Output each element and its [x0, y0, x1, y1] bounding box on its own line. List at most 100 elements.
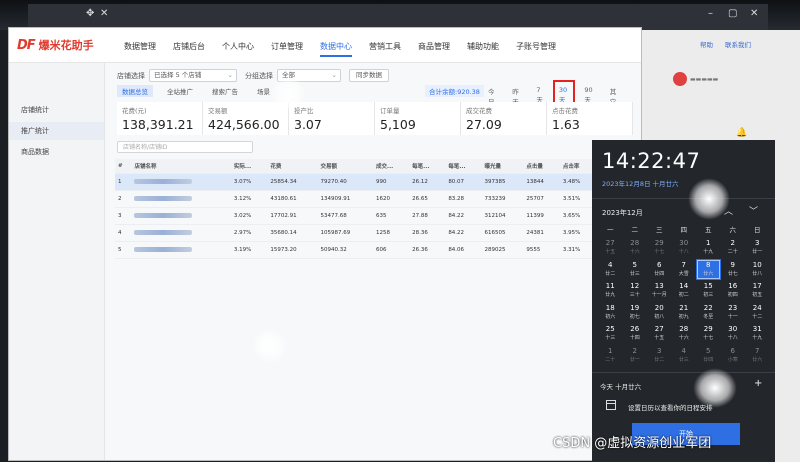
calendar-day[interactable]: 28 十六 — [623, 237, 648, 259]
nav-item[interactable]: 数据中心 — [320, 41, 352, 57]
calendar-day[interactable]: 25 十三 — [598, 323, 623, 345]
day-number: 28 — [630, 239, 640, 247]
table-row[interactable]: 2 3.12% 43180.61 134909.91 1620 26.65 83.28 733… — [115, 190, 633, 208]
help-link[interactable]: 帮助 — [700, 39, 713, 49]
calendar-day[interactable]: 19 初七 — [623, 302, 648, 324]
window-close-icon[interactable]: ✕ — [750, 8, 758, 19]
column-header[interactable]: 每笔... — [445, 159, 482, 174]
sidebar-item[interactable]: 推广统计 — [9, 122, 104, 140]
ad-type-tab[interactable]: 全站推广 — [162, 85, 198, 97]
calendar-day[interactable]: 12 三十 — [623, 280, 648, 302]
column-header[interactable]: 花费 — [267, 159, 318, 174]
calendar-day[interactable]: 29 十七 — [647, 237, 672, 259]
calendar-day[interactable]: 15 初三 — [696, 280, 721, 302]
chevron-down-icon[interactable]: ﹀ — [749, 204, 758, 217]
column-header[interactable]: 交易额 — [317, 159, 373, 174]
ad-type-tab[interactable]: 搜索广告 — [207, 85, 243, 97]
ad-type-tab[interactable]: 数据总览 — [117, 85, 153, 97]
nav-item[interactable]: 店铺后台 — [173, 41, 205, 57]
calendar-day[interactable]: 3 廿二 — [647, 345, 672, 367]
shop-select[interactable]: 已选择 5 个店铺 ⌄ — [149, 69, 237, 82]
nav-item[interactable]: 辅助功能 — [467, 41, 499, 57]
nav-item[interactable]: 订单管理 — [271, 41, 303, 57]
clock-date[interactable]: 2023年12月8日 十月廿六 — [602, 178, 679, 188]
calendar-day[interactable]: 10 廿八 — [745, 259, 770, 281]
lunar-date: 初四 — [727, 292, 738, 298]
calendar-day[interactable]: 6 廿四 — [647, 259, 672, 281]
column-header[interactable]: 点击率 — [559, 159, 597, 174]
nav-item[interactable]: 数据管理 — [124, 41, 156, 57]
sidebar-item[interactable]: 店铺统计 — [9, 101, 104, 119]
calendar-day[interactable]: 29 十七 — [696, 323, 721, 345]
calendar-day[interactable]: 24 十二 — [745, 302, 770, 324]
maximize-icon[interactable]: ▢ — [728, 8, 737, 19]
avatar[interactable] — [673, 72, 687, 86]
calendar-day[interactable]: 23 十一 — [721, 302, 746, 324]
column-header[interactable]: 成交... — [373, 159, 410, 174]
calendar-day[interactable]: 18 初六 — [598, 302, 623, 324]
table-cell: 3.51% — [559, 190, 597, 208]
calendar-day[interactable]: 11 廿九 — [598, 280, 623, 302]
calendar-day[interactable]: 13 十一月 — [647, 280, 672, 302]
calendar-day[interactable]: 1 十九 — [696, 237, 721, 259]
lunar-date: 廿三 — [629, 270, 640, 277]
calendar-day[interactable]: 3 廿一 — [745, 237, 770, 259]
calendar-day[interactable]: 6 小寒 — [721, 345, 746, 367]
calendar-day[interactable]: 2 廿一 — [623, 345, 648, 367]
calendar-day[interactable]: 21 初九 — [672, 302, 697, 324]
sync-data-button[interactable]: 同步数据 — [349, 69, 389, 82]
table-cell: 606 — [373, 241, 410, 259]
table-cell: 27.88 — [409, 207, 446, 225]
calendar-day[interactable]: 8 廿六 — [696, 258, 721, 280]
calendar-day[interactable]: 14 初二 — [672, 280, 697, 302]
calendar-day[interactable]: 16 初四 — [721, 280, 746, 302]
row-index: 4 — [115, 224, 132, 242]
bell-icon[interactable]: 🔔 — [736, 128, 747, 138]
column-header[interactable]: 曝光量 — [481, 159, 524, 174]
nav-item[interactable]: 子账号管理 — [516, 41, 556, 57]
column-header[interactable]: 点击量 — [523, 159, 560, 174]
calendar-day[interactable]: 31 十九 — [745, 323, 770, 345]
calendar-day[interactable]: 27 十五 — [647, 323, 672, 345]
table-row[interactable]: 3 3.02% 17702.91 53477.68 635 27.88 84.22 31210… — [115, 207, 633, 225]
column-header[interactable]: 实际... — [230, 159, 268, 174]
nav-item[interactable]: 商品管理 — [418, 41, 450, 57]
sidebar-item[interactable]: 商品数据 — [9, 143, 104, 161]
calendar-day[interactable]: 28 十六 — [672, 323, 697, 345]
divider — [592, 372, 775, 373]
main-content: 店铺选择 已选择 5 个店铺 ⌄ 分组选择 全部 ⌄ 同步数据 数据总览 全站推广… — [113, 63, 633, 460]
calendar-day[interactable]: 5 廿四 — [696, 345, 721, 367]
shop-search-input[interactable]: 店铺名称/店铺ID — [117, 141, 253, 153]
calendar-day[interactable]: 1 二十 — [598, 345, 623, 367]
column-header[interactable]: 每笔... — [409, 159, 446, 174]
calendar-day[interactable]: 17 初五 — [745, 280, 770, 302]
calendar-day[interactable]: 4 廿二 — [598, 259, 623, 281]
nav-item[interactable]: 营销工具 — [369, 41, 401, 57]
day-number: 15 — [703, 282, 713, 290]
calendar-day[interactable]: 30 十八 — [721, 323, 746, 345]
calendar-day[interactable]: 22 冬至 — [696, 302, 721, 324]
calendar-day[interactable]: 7 廿六 — [745, 345, 770, 367]
day-number: 17 — [752, 282, 762, 290]
column-header[interactable]: # — [115, 159, 132, 174]
calendar-day[interactable]: 20 初八 — [647, 302, 672, 324]
calendar-day[interactable]: 5 廿三 — [623, 259, 648, 281]
calendar-month[interactable]: 2023年12月 — [602, 208, 643, 218]
table-row[interactable]: 4 2.97% 35680.14 105987.69 1258 28.36 84.22 616… — [115, 224, 633, 242]
calendar-day[interactable]: 2 二十 — [721, 237, 746, 259]
add-event-icon[interactable]: + — [754, 378, 762, 389]
minimize-icon[interactable]: – — [708, 8, 713, 19]
table-row[interactable]: 1 3.07% 25854.34 79270.40 990 26.12 80.07 39738… — [115, 173, 633, 191]
table-row[interactable]: 5 3.19% 15973.20 50940.32 606 26.36 84.06 28902… — [115, 241, 633, 259]
calendar-day[interactable]: 26 十四 — [623, 323, 648, 345]
weekday-header: 一二三四五六日 — [598, 223, 770, 237]
calendar-day[interactable]: 9 廿七 — [721, 259, 746, 281]
nav-item[interactable]: 个人中心 — [222, 41, 254, 57]
summary-card: 订单量 5,109 — [375, 102, 461, 135]
calendar-day[interactable]: 30 十八 — [672, 237, 697, 259]
calendar-day[interactable]: 27 十五 — [598, 237, 623, 259]
contact-link[interactable]: 联系我们 — [725, 39, 751, 49]
calendar-day[interactable]: 4 廿三 — [672, 345, 697, 367]
calendar-day[interactable]: 7 大雪 — [672, 259, 697, 281]
column-header[interactable]: 店铺名称 — [131, 159, 231, 174]
